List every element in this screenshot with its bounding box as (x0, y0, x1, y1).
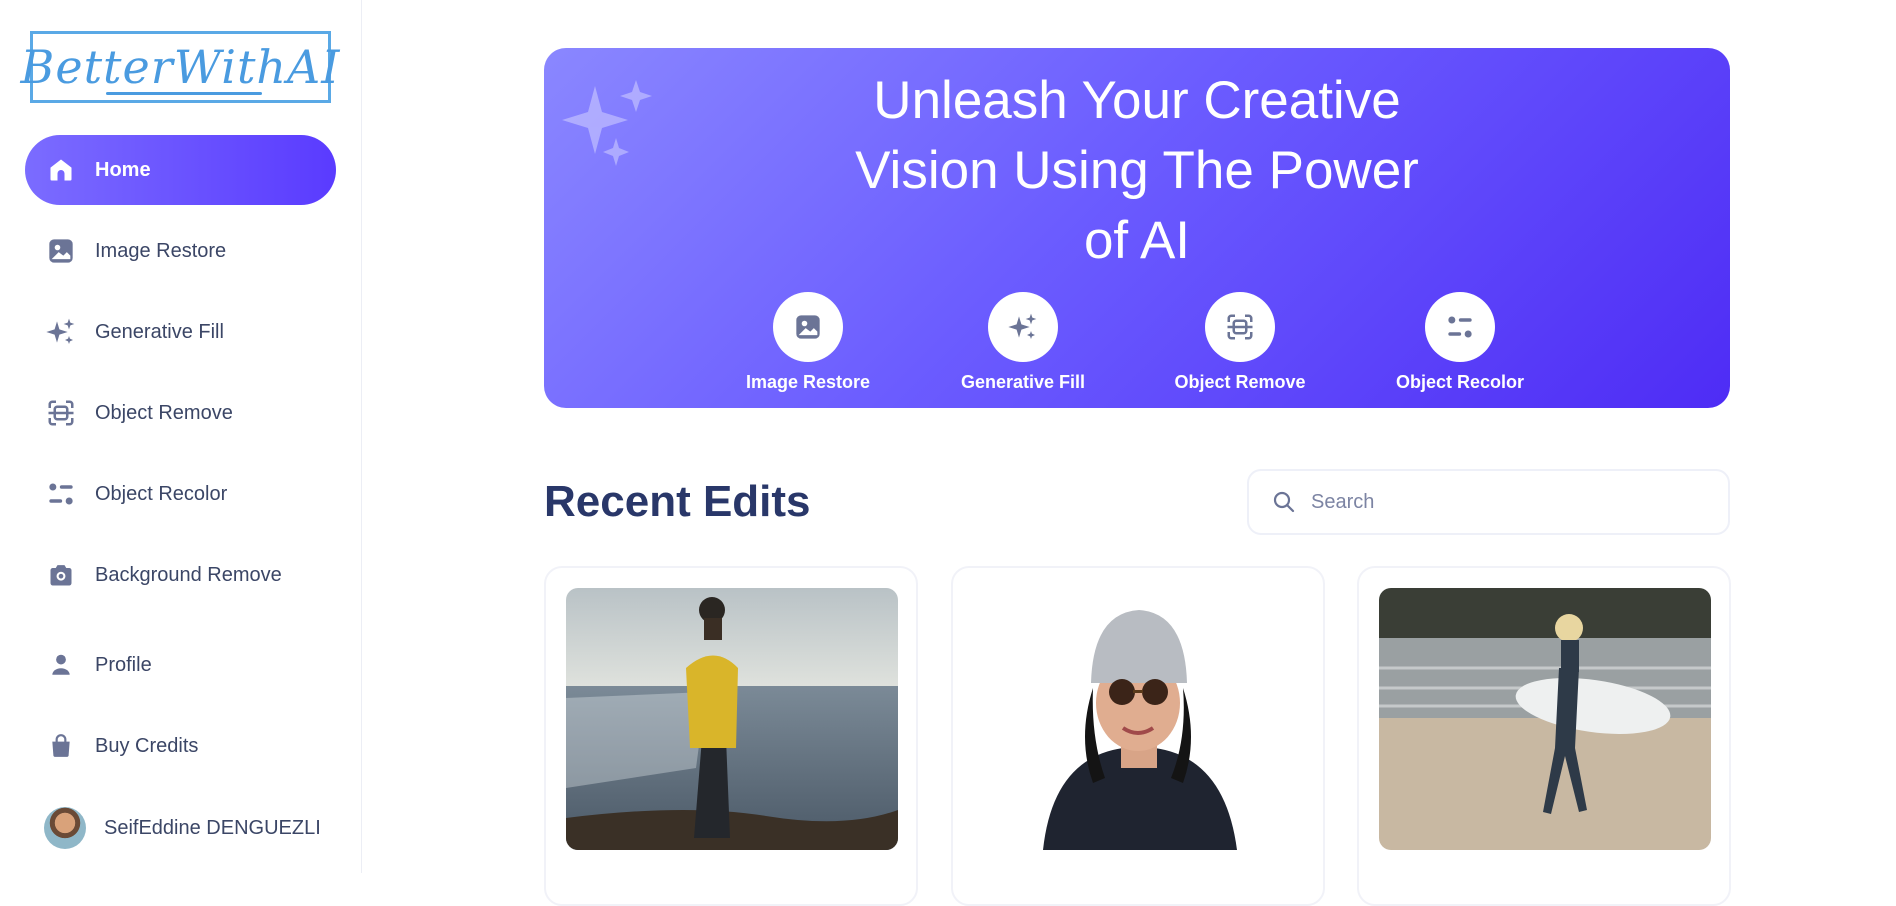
image-icon (45, 235, 77, 267)
sidebar-item-label: Generative Fill (95, 320, 224, 343)
user-name: SeifEddine DENGUEZLI (104, 816, 321, 839)
sidebar-item-buy-credits[interactable]: Buy Credits (25, 711, 336, 781)
sidebar-item-label: Buy Credits (95, 734, 199, 757)
tool-circle (773, 292, 843, 362)
sidebar-item-profile[interactable]: Profile (25, 630, 336, 700)
card-thumbnail (973, 588, 1305, 850)
tool-circle (1425, 292, 1495, 362)
sidebar-item-label: Profile (95, 653, 152, 676)
hero-banner: Unleash Your Creative Vision Using The P… (544, 48, 1730, 408)
tool-label: Generative Fill (960, 372, 1086, 392)
sidebar-item-object-remove[interactable]: Object Remove (25, 378, 336, 448)
scan-icon (1227, 314, 1253, 340)
filter-icon (45, 478, 77, 510)
hero-title: Unleash Your Creative Vision Using The P… (544, 66, 1730, 276)
recent-edit-card[interactable] (1357, 566, 1731, 906)
tool-generative-fill[interactable]: Generative Fill (938, 292, 1108, 393)
sidebar-item-label: Home (95, 158, 151, 181)
sidebar-item-label: Image Restore (95, 239, 227, 262)
home-icon (45, 154, 77, 186)
tool-image-restore[interactable]: Image Restore (723, 292, 893, 393)
avatar (44, 807, 86, 849)
sparkles-icon (1008, 313, 1037, 339)
tool-label: Object Remove (1174, 372, 1306, 392)
logo-underline (106, 92, 262, 95)
search-icon (1271, 489, 1297, 515)
tool-circle (988, 292, 1058, 362)
scan-icon (45, 397, 77, 429)
surfer-on-beach-image (1379, 588, 1711, 850)
man-by-sea-image (566, 588, 898, 850)
tool-object-recolor[interactable]: Object Recolor (1375, 292, 1545, 393)
tool-circle (1205, 292, 1275, 362)
hero-title-line: Vision Using The Power (855, 141, 1419, 200)
sidebar-item-background-remove[interactable]: Background Remove (25, 540, 336, 610)
card-thumbnail (566, 588, 898, 850)
camera-icon (45, 559, 77, 591)
tool-object-remove[interactable]: Object Remove (1155, 292, 1325, 393)
recent-edit-card[interactable] (951, 566, 1325, 906)
sidebar-item-label: Background Remove (95, 563, 282, 586)
sidebar-item-home[interactable]: Home (25, 135, 336, 205)
tool-label: Image Restore (745, 372, 871, 392)
sidebar-item-object-recolor[interactable]: Object Recolor (25, 459, 336, 529)
sidebar-item-generative-fill[interactable]: Generative Fill (25, 297, 336, 367)
hero-title-line: Unleash Your Creative (873, 71, 1401, 130)
tool-label: Object Recolor (1395, 372, 1525, 392)
sidebar-item-label: Object Remove (95, 401, 233, 424)
sidebar-item-image-restore[interactable]: Image Restore (25, 216, 336, 286)
card-thumbnail (1379, 588, 1711, 850)
bag-icon (45, 730, 77, 762)
sparkles-icon (45, 316, 77, 348)
filter-icon (1448, 316, 1472, 338)
sidebar: BetterWithAI Home Image Restore Generati… (0, 0, 362, 873)
logo[interactable]: BetterWithAI (21, 31, 339, 103)
user-profile[interactable]: SeifEddine DENGUEZLI (44, 806, 321, 850)
logo-text: BetterWithAI (20, 40, 341, 94)
user-icon (45, 649, 77, 681)
search-box[interactable] (1247, 469, 1730, 535)
woman-beanie-image (973, 588, 1305, 850)
section-title: Recent Edits (544, 477, 811, 526)
sidebar-item-label: Object Recolor (95, 482, 228, 505)
search-input[interactable] (1311, 490, 1691, 514)
hero-title-line: of AI (1083, 211, 1191, 270)
recent-edit-card[interactable] (544, 566, 918, 906)
image-icon (796, 315, 820, 339)
